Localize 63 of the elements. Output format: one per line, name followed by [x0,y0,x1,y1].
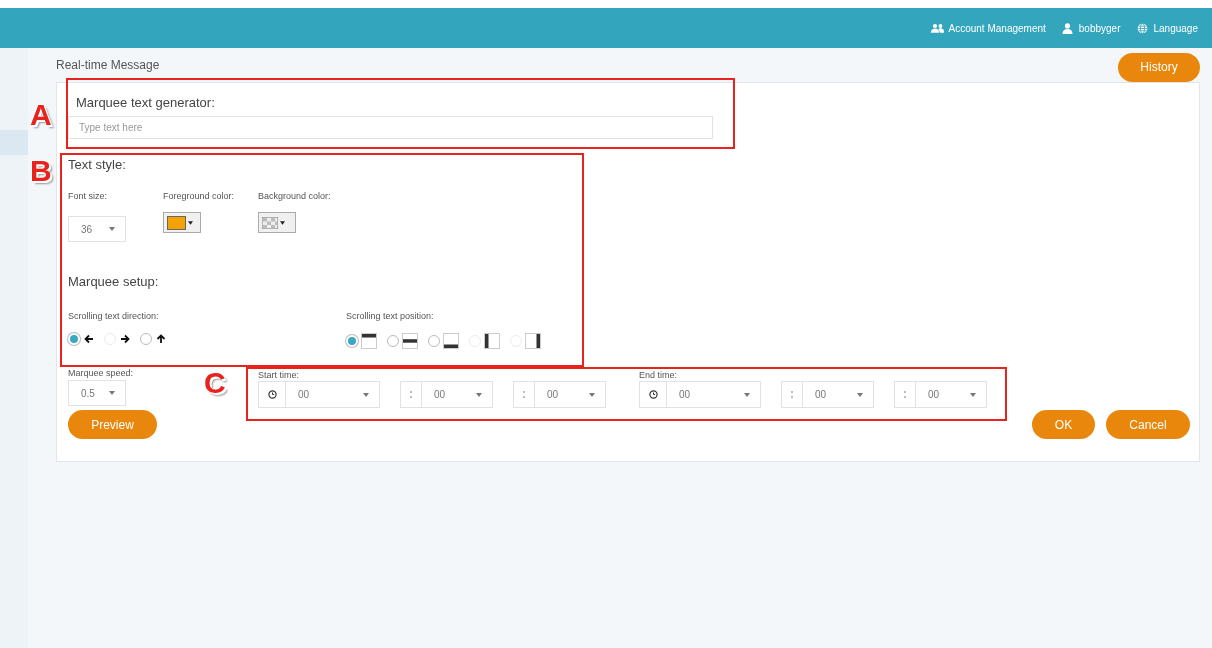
page-title: Real-time Message [56,58,160,72]
radio-button[interactable] [387,335,399,347]
caret-icon [857,392,863,397]
nav-link[interactable]: Account Management [929,22,1046,34]
clock-icon [267,390,277,399]
separator-colon-icon [410,391,412,398]
radio-button[interactable] [140,333,152,345]
caret-icon [188,220,193,225]
caret-icon [280,220,285,225]
nav-link[interactable]: Language [1134,22,1198,34]
position-middle-icon [402,333,418,349]
field-label: Marquee speed: [68,368,134,378]
caret-icon [476,392,482,397]
annotation-letter: B [30,156,52,186]
caret-icon [589,392,595,397]
time-select[interactable]: 00 [534,381,606,408]
section-heading: Text style: [68,157,127,172]
up-arrow-icon [156,334,166,344]
position-top-icon [361,333,377,349]
field-label: Font size: [68,190,107,203]
nav-link[interactable]: bobbyger [1059,22,1121,34]
left-arrow-icon [84,334,94,344]
annotation-letter: A [30,100,52,130]
radio-button[interactable] [428,335,440,347]
field-label: Foreground color: [163,190,235,203]
ok-button[interactable]: OK [1032,410,1095,439]
history-button[interactable]: History [1118,52,1200,82]
clock-icon [648,390,658,399]
position-left-icon [484,333,500,349]
field-label: Scrolling text position: [346,311,434,321]
separator-colon-icon [791,391,793,398]
transparent-swatch-icon [262,216,278,229]
field-label: End time: [639,370,678,380]
preview-button[interactable]: Preview [68,410,157,439]
time-select[interactable]: 00 [915,381,987,408]
cancel-button[interactable]: Cancel [1106,410,1190,439]
caret-icon [970,392,976,397]
text-input[interactable]: Type text here [68,116,713,139]
separator-colon-icon [523,391,525,398]
time-select[interactable]: 00 [421,381,493,408]
section-heading: Marquee text generator: [76,95,216,110]
color-picker[interactable] [258,212,296,233]
field-label: Scrolling text direction: [68,311,159,321]
separator-colon-icon [904,391,906,398]
caret-icon [744,392,750,397]
position-bottom-icon [443,333,459,349]
time-select[interactable]: 00 [285,381,380,408]
right-arrow-icon [120,334,130,344]
font-size-select[interactable]: 36 [68,216,126,242]
color-picker[interactable] [163,212,201,233]
time-select[interactable]: 00 [666,381,761,408]
caret-icon [109,391,115,395]
people-icon [929,22,945,34]
time-select[interactable]: 00 [802,381,874,408]
position-right-icon [525,333,541,349]
speed-select[interactable]: 0.5 [68,380,126,406]
field-label: Background color: [258,190,331,203]
sidebar-item[interactable] [0,130,28,155]
caret-icon [109,227,115,231]
annotation-letter: C [204,368,226,398]
section-heading: Marquee setup: [68,274,160,289]
field-label: Start time: [258,370,299,380]
caret-icon [363,392,369,397]
